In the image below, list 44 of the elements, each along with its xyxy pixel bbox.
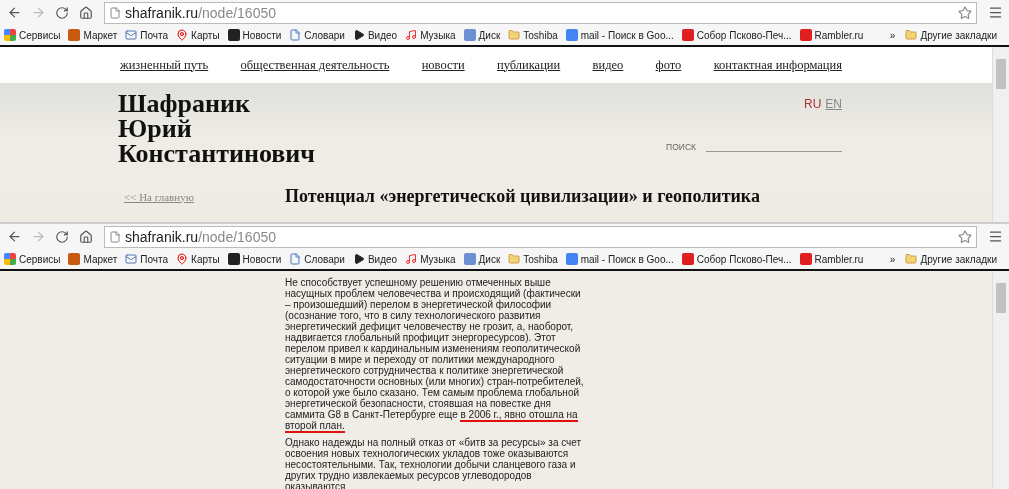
bookmark-folder[interactable]: Другие закладки	[905, 253, 997, 265]
bookmark[interactable]: Карты	[176, 253, 220, 265]
nav-link[interactable]: общественная деятельность	[240, 57, 390, 73]
bookmark[interactable]: Музыка	[405, 29, 456, 41]
bookmark[interactable]: Новости	[227, 29, 282, 41]
bookmark[interactable]: mail - Поиск в Goo...	[565, 29, 674, 41]
address-field[interactable]: shafranik.ru/node/16050	[104, 1, 977, 24]
nav-link[interactable]: новости	[421, 57, 465, 73]
bookmark[interactable]: Видео	[352, 29, 398, 41]
bookmark[interactable]: Сервисы	[4, 253, 61, 265]
site-title: Шафраник Юрий Константинович	[118, 91, 315, 166]
nav-link[interactable]: жизненный путь	[120, 57, 209, 73]
bookmark[interactable]: Toshiba	[508, 29, 558, 41]
bookmark[interactable]: Маркет	[68, 29, 118, 41]
more-bookmarks[interactable]: »	[889, 253, 896, 265]
bookmark[interactable]: Словари	[289, 29, 345, 41]
nav-link[interactable]: публикации	[497, 57, 561, 73]
bookmark[interactable]: Сервисы	[4, 29, 61, 41]
bookmark[interactable]: Словари	[289, 253, 345, 265]
bookmark[interactable]: Собор Псково-Печ...	[681, 253, 792, 265]
bookmark[interactable]: Музыка	[405, 253, 456, 265]
bookmark[interactable]: Диск	[463, 29, 501, 41]
search-label: ПОИСК	[666, 142, 696, 152]
bookmark[interactable]: Toshiba	[508, 253, 558, 265]
bookmark[interactable]: Видео	[352, 253, 398, 265]
bookmark[interactable]: Почта	[125, 253, 169, 265]
more-bookmarks[interactable]: »	[889, 29, 896, 41]
address-field[interactable]: shafranik.ru/node/16050	[104, 225, 977, 248]
nav-link[interactable]: фото	[655, 57, 682, 73]
bookmark[interactable]: Диск	[463, 253, 501, 265]
bookmark[interactable]: Собор Псково-Печ...	[681, 29, 792, 41]
bookmark[interactable]: Почта	[125, 29, 169, 41]
nav-link[interactable]: видео	[592, 57, 624, 73]
bookmark[interactable]: Маркет	[68, 253, 118, 265]
bookmark[interactable]: mail - Поиск в Goo...	[565, 253, 674, 265]
nav-link[interactable]: контактная информация	[713, 57, 842, 73]
bookmark[interactable]: Rambler.ru	[799, 253, 864, 265]
bookmark[interactable]: Rambler.ru	[799, 29, 864, 41]
paragraph: Не способствует успешному решению отмеченных выше насущных проблем человечества и происходящий (фактически – произошедший) перелом в энергетической философии (осознание того, что в силу технологического развития энергетический дефицит человечеству не грозит, а, наоборот, надвигается глобальный профицит энергоресурсов). Этот перелом привел к кардинальным изменениям геополитической ситуации в мире и переходу от политики международного энергетического сотрудничества к политике энергетической самодостаточности основных (или многих) стран-потребителей, о которой уже было сказано. Тем самым проблема глобальной энергетической безопасности, стоявшая на повестке дня саммита G8 в Санкт-Петербурге еще в 2006 г., явно отошла на второй план.	[285, 277, 585, 431]
bookmark[interactable]: Новости	[227, 253, 282, 265]
language-link[interactable]: RU	[804, 97, 822, 111]
bookmark-folder[interactable]: Другие закладки	[905, 29, 997, 41]
article-heading: Потенциал «энергетической цивилизации» и геополитика	[285, 186, 760, 207]
bookmark[interactable]: Карты	[176, 29, 220, 41]
